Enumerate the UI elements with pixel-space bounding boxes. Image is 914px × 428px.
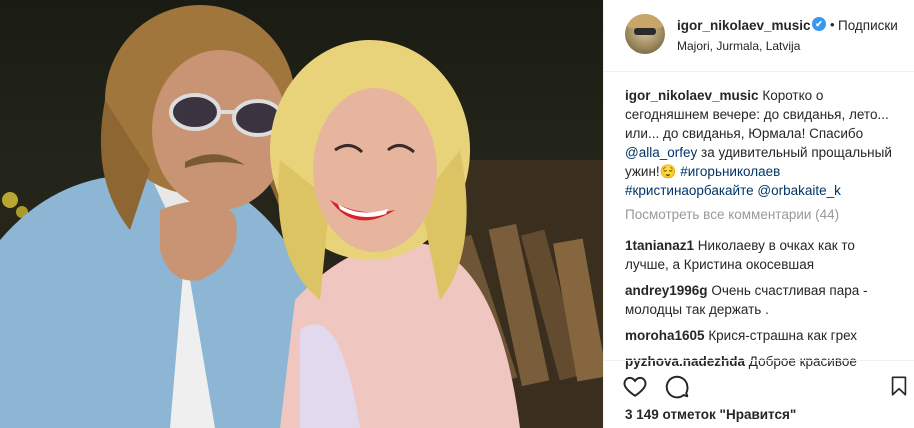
post-photo-illustration	[0, 5, 603, 428]
post-actions: 3 149 отметок "Нравится"	[604, 360, 914, 428]
avatar-glasses	[634, 28, 656, 35]
comment-icon[interactable]	[664, 373, 690, 399]
comment-item: andrey1996g Очень счастливая пара - моло…	[625, 281, 895, 319]
caption: igor_nikolaev_music Коротко о сегодняшне…	[625, 86, 895, 200]
heart-icon[interactable]	[622, 373, 648, 399]
post-side-panel: igor_nikolaev_music ✔ • Подписки Majori,…	[603, 0, 914, 428]
mention-link[interactable]: @orbakaite_k	[757, 183, 841, 198]
bookmark-icon[interactable]	[888, 373, 910, 399]
caption-username[interactable]: igor_nikolaev_music	[625, 88, 759, 103]
view-all-comments-link[interactable]: Посмотреть все комментарии (44)	[625, 207, 895, 222]
hashtag-link[interactable]: #кристинаорбакайте	[625, 183, 754, 198]
following-button[interactable]: Подписки	[838, 18, 898, 33]
post-header: igor_nikolaev_music ✔ • Подписки Majori,…	[604, 0, 914, 72]
likes-count[interactable]: 3 149 отметок "Нравится"	[625, 407, 796, 422]
avatar-hair	[627, 14, 663, 28]
comment-item: 1tanianaz1 Николаеву в очках как то лучш…	[625, 236, 895, 274]
hashtag-link[interactable]: #игорьниколаев	[680, 164, 780, 179]
verified-badge-icon: ✔	[812, 17, 826, 31]
comment-username[interactable]: 1tanianaz1	[625, 238, 694, 253]
comment-text: Крися-страшна как грех	[708, 328, 858, 343]
avatar[interactable]	[625, 14, 665, 54]
comment-username[interactable]: andrey1996g	[625, 283, 708, 298]
comment-item: moroha1605 Крися-страшна как грех	[625, 326, 895, 345]
author-username[interactable]: igor_nikolaev_music	[677, 18, 811, 33]
location-link[interactable]: Majori, Jurmala, Latvija	[677, 39, 800, 53]
header-separator: •	[830, 17, 835, 32]
comment-username[interactable]: moroha1605	[625, 328, 705, 343]
mention-link[interactable]: @alla_orfey	[625, 145, 697, 160]
comments-list: igor_nikolaev_music Коротко о сегодняшне…	[625, 86, 895, 378]
post-photo[interactable]	[0, 0, 603, 428]
